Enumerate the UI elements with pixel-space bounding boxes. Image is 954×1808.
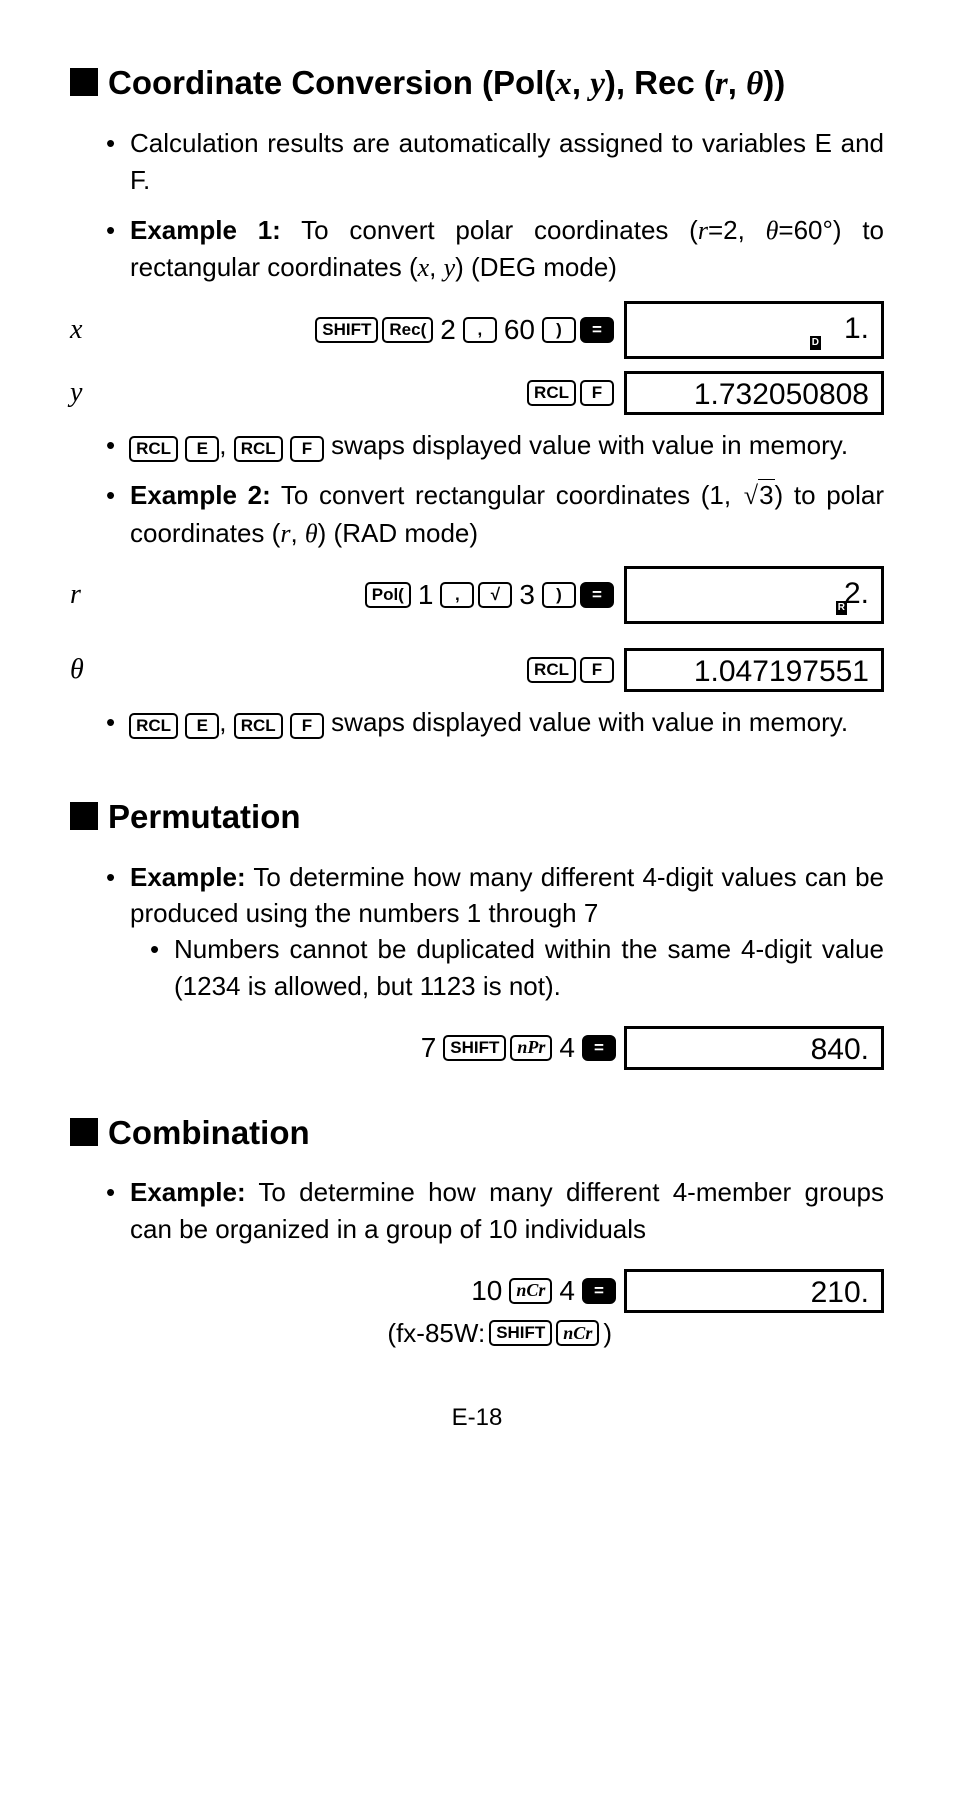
- key-rcl: RCL: [129, 713, 178, 739]
- key-ncr: nCr: [509, 1278, 552, 1304]
- key-npr: nPr: [510, 1035, 552, 1061]
- heading-text: Combination: [108, 1110, 310, 1156]
- calc-row-y: y RCL F 1.732050808: [70, 371, 884, 415]
- key-close-paren: ): [542, 582, 576, 608]
- example-1: Example 1: To convert polar coordinates …: [106, 212, 884, 287]
- rad-indicator-icon: R: [836, 601, 847, 615]
- key-equals: =: [582, 1278, 616, 1304]
- key-e: E: [185, 436, 219, 462]
- page-number: E-18: [70, 1401, 884, 1435]
- digit-2: 2: [437, 310, 459, 349]
- key-rcl: RCL: [129, 436, 178, 462]
- digit-4: 4: [556, 1271, 578, 1310]
- key-rcl: RCL: [527, 657, 576, 683]
- note-vars-ef: Calculation results are automatically as…: [106, 125, 884, 198]
- calc-row-r: r Pol( 1 , √ 3 ) = 2. R: [70, 566, 884, 624]
- display-combination: 210.: [624, 1269, 884, 1313]
- note-swap-2: • RCL E, RCL F swaps displayed value wit…: [70, 704, 884, 740]
- digit-60: 60: [501, 310, 538, 349]
- key-f: F: [580, 380, 614, 406]
- key-close-paren: ): [542, 317, 576, 343]
- combination-example: Example: To determine how many different…: [106, 1174, 884, 1247]
- label-x: x: [70, 310, 118, 349]
- bullet-square-icon: [70, 1118, 98, 1146]
- key-rcl: RCL: [527, 380, 576, 406]
- label-r: r: [70, 575, 118, 614]
- key-rec: Rec(: [382, 317, 433, 343]
- permutation-example: Example: To determine how many different…: [106, 859, 884, 1005]
- calc-row-x: x SHIFT Rec( 2 , 60 ) = 1. D: [70, 301, 884, 359]
- display-permutation: 840.: [624, 1026, 884, 1070]
- digit-10: 10: [468, 1271, 505, 1310]
- display-y: 1.732050808: [624, 371, 884, 415]
- key-comma: ,: [463, 317, 497, 343]
- digit-3: 3: [516, 575, 538, 614]
- fx85w-note: (fx-85W: SHIFT nCr ): [70, 1315, 884, 1351]
- key-equals: =: [580, 317, 614, 343]
- note-swap-1: • RCL E, RCL F swaps displayed value wit…: [70, 427, 884, 463]
- heading-combination: Combination: [70, 1110, 884, 1156]
- example-2: Example 2: To convert rectangular coordi…: [106, 477, 884, 552]
- key-f: F: [580, 657, 614, 683]
- label-theta: θ: [70, 650, 118, 689]
- key-f: F: [290, 436, 324, 462]
- key-sqrt: √: [478, 582, 512, 608]
- bullet-square-icon: [70, 68, 98, 96]
- deg-indicator-icon: D: [810, 336, 821, 350]
- digit-4: 4: [556, 1028, 578, 1067]
- heading-permutation: Permutation: [70, 794, 884, 840]
- key-pol: Pol(: [365, 582, 411, 608]
- bullet-square-icon: [70, 802, 98, 830]
- key-comma: ,: [440, 582, 474, 608]
- key-equals: =: [580, 582, 614, 608]
- key-ncr: nCr: [556, 1320, 599, 1346]
- calc-row-combination: 10 nCr 4 = 210.: [70, 1269, 884, 1313]
- display-x: 1. D: [624, 301, 884, 359]
- digit-1: 1: [415, 575, 437, 614]
- key-equals: =: [582, 1035, 616, 1061]
- calc-row-theta: θ RCL F 1.047197551: [70, 648, 884, 692]
- key-shift: SHIFT: [489, 1320, 552, 1346]
- heading-coordinate-conversion: Coordinate Conversion (Pol(x, y), Rec (r…: [70, 60, 884, 107]
- key-f: F: [290, 713, 324, 739]
- key-shift: SHIFT: [443, 1035, 506, 1061]
- digit-7: 7: [418, 1028, 440, 1067]
- key-rcl: RCL: [234, 436, 283, 462]
- key-rcl: RCL: [234, 713, 283, 739]
- label-y: y: [70, 373, 118, 412]
- key-e: E: [185, 713, 219, 739]
- heading-text: Coordinate Conversion (Pol(x, y), Rec (r…: [108, 60, 785, 107]
- display-theta: 1.047197551: [624, 648, 884, 692]
- display-r: 2. R: [624, 566, 884, 624]
- calc-row-permutation: 7 SHIFT nPr 4 = 840.: [70, 1026, 884, 1070]
- heading-text: Permutation: [108, 794, 301, 840]
- permutation-subnote: Numbers cannot be duplicated within the …: [130, 931, 884, 1004]
- key-shift: SHIFT: [315, 317, 378, 343]
